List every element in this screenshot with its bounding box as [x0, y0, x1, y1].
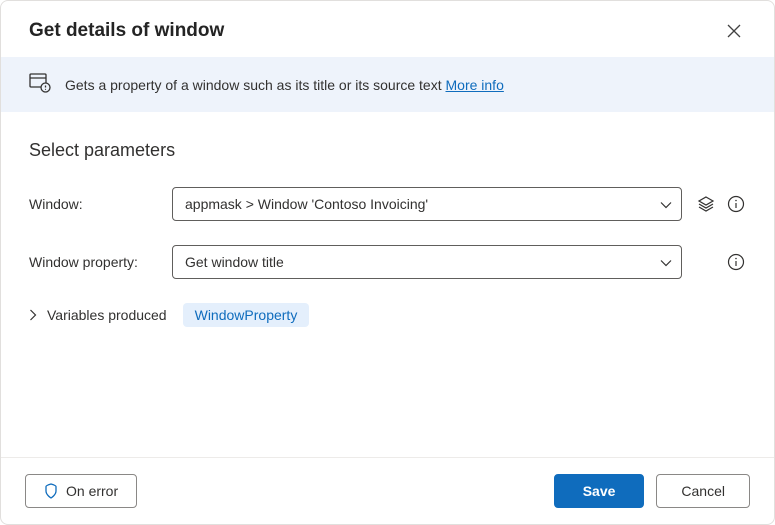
window-property-row-actions: [696, 252, 746, 272]
variables-row: Variables produced WindowProperty: [29, 303, 746, 327]
variables-toggle[interactable]: [29, 309, 37, 321]
banner-description: Gets a property of a window such as its …: [65, 77, 446, 93]
info-icon: [727, 253, 745, 271]
on-error-label: On error: [66, 483, 118, 499]
layers-icon: [697, 195, 715, 213]
cancel-button[interactable]: Cancel: [656, 474, 750, 508]
info-banner: Gets a property of a window such as its …: [1, 57, 774, 112]
window-select[interactable]: appmask > Window 'Contoso Invoicing': [172, 187, 682, 221]
dialog-footer: On error Save Cancel: [1, 457, 774, 524]
close-icon: [727, 24, 741, 38]
window-label: Window:: [29, 196, 162, 212]
window-row-actions: [696, 194, 746, 214]
window-row: Window: appmask > Window 'Contoso Invoic…: [29, 187, 746, 221]
info-button[interactable]: [726, 252, 746, 272]
window-property-select[interactable]: Get window title: [172, 245, 682, 279]
section-title: Select parameters: [29, 140, 746, 161]
window-property-value: Get window title: [172, 245, 682, 279]
shield-icon: [44, 483, 58, 499]
close-button[interactable]: [722, 19, 746, 43]
dialog-header: Get details of window: [1, 1, 774, 57]
info-icon: [727, 195, 745, 213]
content-area: Select parameters Window: appmask > Wind…: [1, 112, 774, 457]
variable-chip[interactable]: WindowProperty: [183, 303, 310, 327]
layers-button[interactable]: [696, 194, 716, 214]
window-property-row: Window property: Get window title: [29, 245, 746, 279]
banner-text: Gets a property of a window such as its …: [65, 77, 504, 93]
variables-label: Variables produced: [47, 307, 167, 323]
dialog-title: Get details of window: [29, 20, 224, 42]
window-select-value: appmask > Window 'Contoso Invoicing': [172, 187, 682, 221]
save-button[interactable]: Save: [554, 474, 645, 508]
dialog: Get details of window Gets a property of…: [0, 0, 775, 525]
footer-actions: Save Cancel: [554, 474, 750, 508]
window-property-label: Window property:: [29, 254, 162, 270]
chevron-right-icon: [29, 309, 37, 321]
window-info-icon: [29, 73, 51, 96]
info-button[interactable]: [726, 194, 746, 214]
on-error-button[interactable]: On error: [25, 474, 137, 508]
more-info-link[interactable]: More info: [446, 77, 504, 93]
